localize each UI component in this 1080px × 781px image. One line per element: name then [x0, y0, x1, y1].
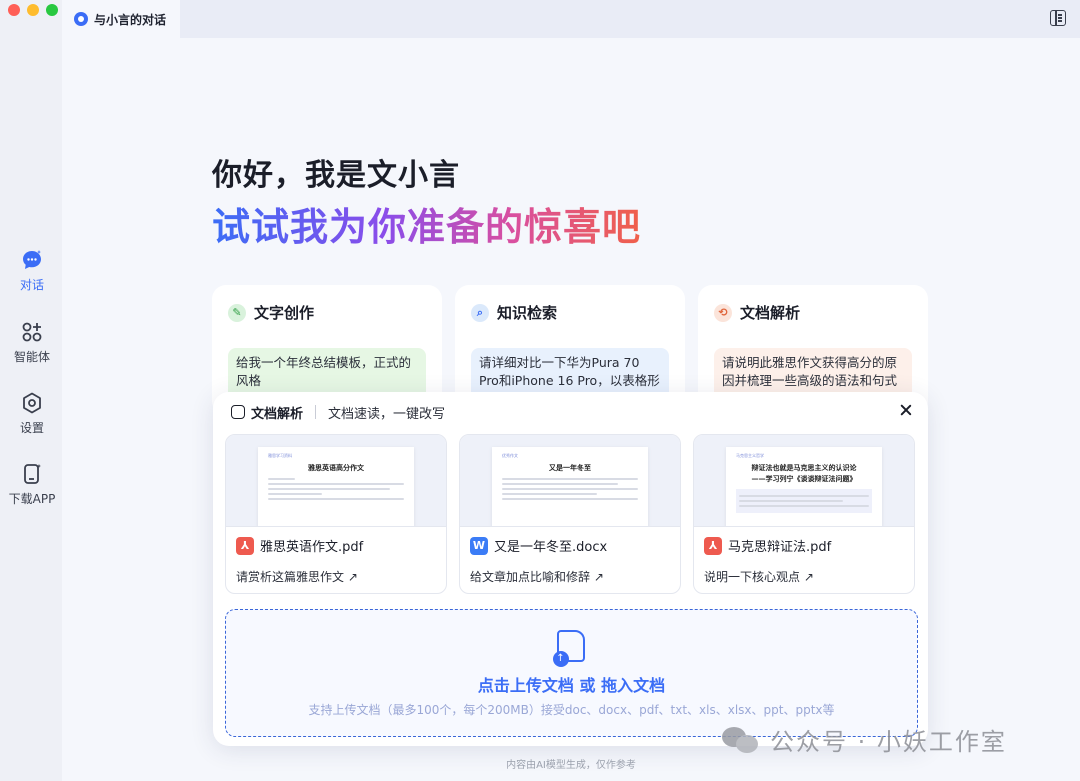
upload-hint-text: 支持上传文档（最多100个，每个200MB）接受doc、docx、pdf、txt…: [308, 703, 835, 717]
panel-subtitle: 文档速读，一键改写: [328, 406, 446, 422]
sample-action-link[interactable]: 说明一下核心观点 ↗: [704, 568, 814, 585]
sample-document-card[interactable]: 优秀作文 又是一年冬至 W 又是一年冬至.docx 给文章加点比喻和修辞 ↗: [459, 434, 681, 594]
pdf-file-icon: ⅄: [704, 536, 722, 555]
sample-document-card[interactable]: 雅思学习资料 雅思英语高分作文 ⅄ 雅思英语作文.pdf 请赏析这篇雅思作文 ↗: [225, 434, 447, 594]
watermark-text: 公众号 · 小妖工作室: [770, 728, 1007, 756]
pen-icon: ✎: [228, 303, 246, 322]
preview-title: 又是一年冬至: [549, 464, 591, 472]
file-name: W 又是一年冬至.docx: [470, 536, 607, 555]
sidebar-item-label: 智能体: [13, 350, 50, 364]
chat-bubble-icon: [23, 250, 41, 269]
feature-title: 知识检索: [497, 304, 558, 322]
arrow-up-right-icon: ↗: [803, 570, 814, 584]
watermark: 公众号 · 小妖工作室: [722, 722, 1007, 757]
document-preview: 优秀作文 又是一年冬至: [460, 435, 680, 527]
preview-tag: 雅思学习资料: [268, 453, 292, 458]
disclaimer-text: 内容由AI模型生成，仅作参考: [506, 760, 636, 771]
upload-dropzone[interactable]: 点击上传文档 或 拖入文档 支持上传文档（最多100个，每个200MB）接受do…: [225, 609, 918, 737]
agents-grid-icon: [22, 322, 42, 342]
wechat-icon: [722, 725, 762, 755]
file-name-text: 雅思英语作文.pdf: [260, 540, 364, 555]
upload-main-text: 点击上传文档 或 拖入文档: [477, 676, 666, 695]
panel-title: 文档解析: [251, 406, 304, 422]
sidebar-item-agents[interactable]: 智能体: [0, 320, 64, 365]
divider: [315, 405, 317, 419]
feature-title: 文档解析: [740, 304, 801, 322]
preview-title: 雅思英语高分作文: [308, 464, 364, 472]
arrow-up-right-icon: ↗: [347, 570, 358, 584]
sidebar-item-settings[interactable]: 设置: [0, 391, 64, 436]
wenxiaoyan-logo-icon: [74, 12, 88, 26]
close-window-button[interactable]: [8, 4, 20, 16]
document-preview: 马克思主义哲学 辩证法也就是马克思主义的认识论 ——学习列宁《谈谈辩证法问题》: [694, 435, 914, 527]
sidebar-panel-toggle-icon[interactable]: [1050, 10, 1066, 26]
window-controls: [8, 4, 58, 16]
search-icon: ⌕: [471, 303, 489, 322]
phone-download-icon: [24, 464, 41, 484]
sidebar-item-label: 下载APP: [8, 492, 56, 506]
document-scan-icon: ⟲: [714, 303, 732, 322]
preview-tag: 马克思主义哲学: [736, 453, 764, 458]
preview-subtitle: ——学习列宁《谈谈辩证法问题》: [751, 475, 857, 483]
sidebar-item-chat[interactable]: 对话: [0, 248, 64, 293]
file-name: ⅄ 马克思辩证法.pdf: [704, 536, 831, 555]
panel-header: 文档解析 文档速读，一键改写: [231, 402, 445, 422]
maximize-window-button[interactable]: [46, 4, 58, 16]
sidebar-item-label: 对话: [19, 278, 44, 292]
pdf-file-icon: ⅄: [236, 536, 254, 555]
tab-bar: [62, 0, 1080, 38]
word-file-icon: W: [470, 536, 488, 555]
tab-conversation[interactable]: 与小言的对话: [62, 0, 180, 38]
document-scan-icon: [231, 405, 245, 419]
close-icon[interactable]: [898, 402, 914, 418]
sample-action-link[interactable]: 给文章加点比喻和修辞 ↗: [470, 568, 604, 585]
sidebar-item-label: 设置: [19, 421, 44, 435]
settings-gear-icon: [23, 392, 41, 414]
preview-title: 辩证法也就是马克思主义的认识论: [751, 464, 857, 472]
upload-file-icon: [552, 630, 585, 667]
arrow-up-right-icon: ↗: [593, 570, 604, 584]
sample-document-card[interactable]: 马克思主义哲学 辩证法也就是马克思主义的认识论 ——学习列宁《谈谈辩证法问题》 …: [693, 434, 915, 594]
preview-tag: 优秀作文: [502, 453, 518, 458]
file-name: ⅄ 雅思英语作文.pdf: [236, 536, 363, 555]
sidebar: 对话 智能体 设置 下载APP: [0, 36, 64, 781]
file-name-text: 又是一年冬至.docx: [494, 540, 608, 555]
feature-title: 文字创作: [254, 304, 315, 322]
minimize-window-button[interactable]: [27, 4, 39, 16]
headline-text: 试试我为你准备的惊喜吧: [212, 196, 641, 251]
tab-title: 与小言的对话: [94, 12, 167, 27]
file-name-text: 马克思辩证法.pdf: [728, 540, 832, 555]
sample-action-link[interactable]: 请赏析这篇雅思作文 ↗: [236, 568, 358, 585]
document-preview: 雅思学习资料 雅思英语高分作文: [226, 435, 446, 527]
greeting-text: 你好，我是文小言: [212, 158, 460, 193]
document-analysis-panel: 文档解析 文档速读，一键改写 雅思学习资料 雅思英语高分作文 ⅄ 雅思英语作文.…: [213, 392, 928, 746]
sidebar-item-download-app[interactable]: 下载APP: [0, 462, 64, 507]
